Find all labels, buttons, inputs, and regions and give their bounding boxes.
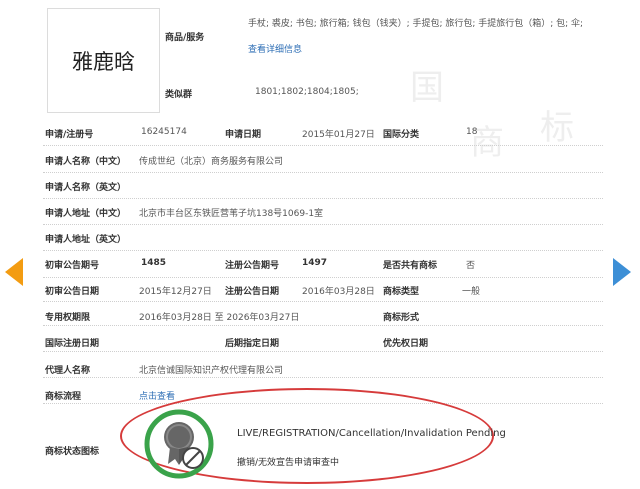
prelim-pub-no-label: 初审公告期号: [45, 261, 100, 271]
process-link[interactable]: 点击查看: [139, 389, 175, 402]
status-text-en: LIVE/REGISTRATION/Cancellation/Invalidat…: [237, 428, 506, 439]
prelim-pub-date-label: 初审公告日期: [45, 287, 100, 297]
intl-class-value: 18: [466, 127, 478, 137]
reg-pub-no-label: 注册公告期号: [225, 261, 280, 271]
later-date-label: 后期指定日期: [225, 339, 280, 349]
similar-group-value: 1801;1802;1804;1805;: [255, 87, 359, 97]
tm-type-value: 一般: [462, 287, 481, 297]
reg-no-value: 16245174: [141, 127, 187, 137]
goods-detail-link[interactable]: 查看详细信息: [248, 42, 302, 55]
watermark: 国: [410, 68, 444, 108]
status-label: 商标状态图标: [45, 447, 100, 457]
tm-form-label: 商标形式: [383, 313, 420, 323]
applicant-cn-label: 申请人名称（中文）: [45, 157, 127, 167]
app-date-value: 2015年01月27日: [302, 130, 375, 140]
priority-date-label: 优先权日期: [383, 339, 429, 349]
watermark: 标: [540, 108, 574, 148]
shared-label: 是否共有商标: [383, 261, 438, 271]
app-date-label: 申请日期: [225, 130, 262, 140]
process-label: 商标流程: [45, 392, 82, 402]
address-cn-value: 北京市丰台区东铁匠营苇子坑138号1069-1室: [139, 209, 324, 219]
trademark-image: 雅鹿晗: [47, 8, 160, 113]
goods-value: 手杖; 裘皮; 书包; 旅行箱; 钱包（钱夹）; 手提包; 旅行包; 手提旅行包…: [248, 19, 584, 29]
applicant-en-label: 申请人名称（英文）: [45, 183, 127, 193]
reg-pub-date-value: 2016年03月28日: [302, 287, 375, 297]
prelim-pub-no-value: 1485: [141, 258, 167, 268]
next-arrow-icon[interactable]: [613, 258, 631, 286]
exclusive-value: 2016年03月28日 至 2026年03月27日: [139, 313, 300, 323]
status-icon: [144, 409, 214, 479]
tm-type-label: 商标类型: [383, 287, 420, 297]
similar-group-label: 类似群: [165, 90, 193, 100]
prev-arrow-icon[interactable]: [5, 258, 23, 286]
address-cn-label: 申请人地址（中文）: [45, 209, 127, 219]
address-en-label: 申请人地址（英文）: [45, 235, 127, 245]
prelim-pub-date-value: 2015年12月27日: [139, 287, 212, 297]
intl-reg-date-label: 国际注册日期: [45, 339, 100, 349]
watermark: 商: [470, 123, 504, 163]
shared-value: 否: [466, 261, 476, 271]
status-text-cn: 撤销/无效宣告申请审查中: [237, 458, 340, 468]
exclusive-label: 专用权期限: [45, 313, 91, 323]
applicant-cn-value: 传成世纪（北京）商务服务有限公司: [139, 157, 284, 167]
reg-no-label: 申请/注册号: [45, 130, 94, 140]
agent-value: 北京信诚国际知识产权代理有限公司: [139, 366, 284, 376]
reg-pub-no-value: 1497: [302, 258, 328, 268]
agent-label: 代理人名称: [45, 366, 91, 376]
reg-pub-date-label: 注册公告日期: [225, 287, 280, 297]
goods-label: 商品/服务: [165, 33, 205, 43]
intl-class-label: 国际分类: [383, 130, 420, 140]
